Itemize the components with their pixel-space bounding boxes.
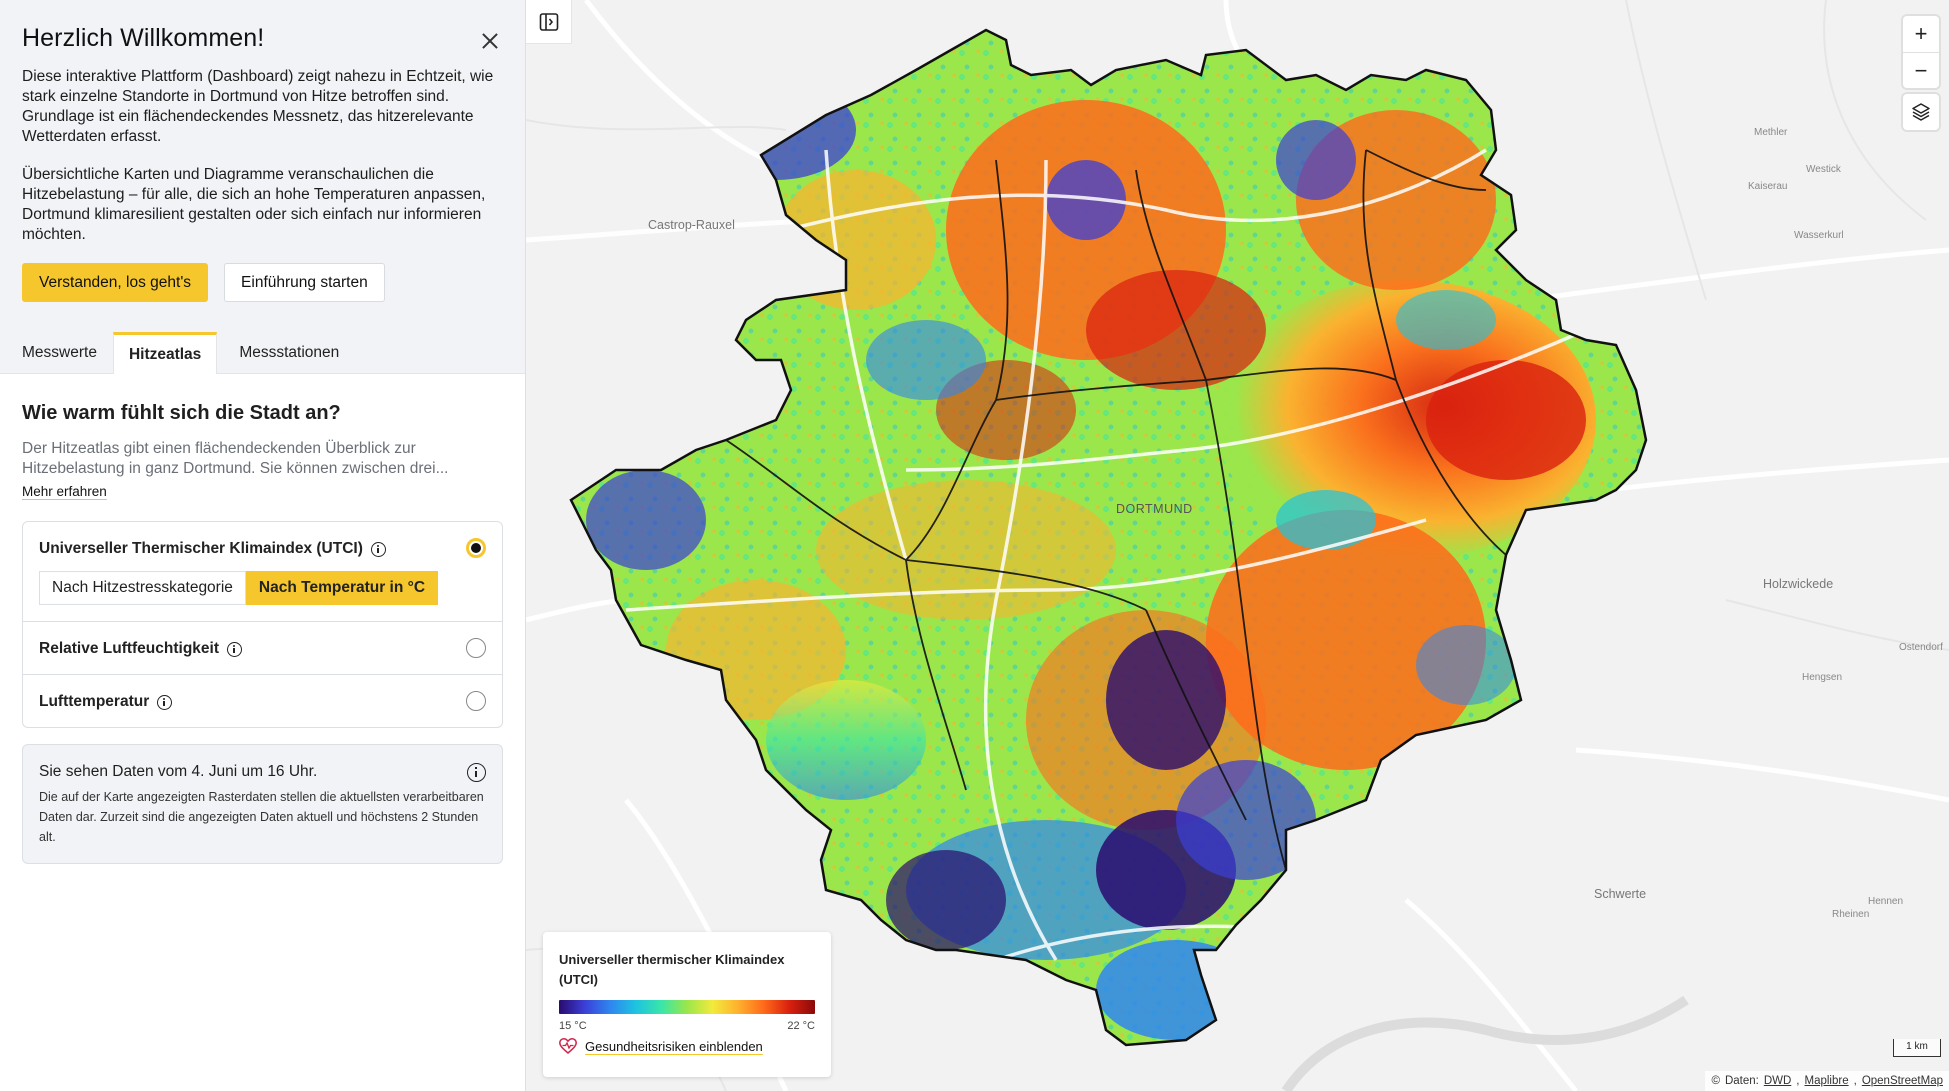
option-utci[interactable]: Universeller Thermischer Klimaindex (UTC… — [23, 522, 502, 622]
place-label-holzwickede: Holzwickede — [1763, 577, 1834, 591]
section-description: Der Hitzeatlas gibt einen flächendeckend… — [22, 440, 449, 477]
option-air-temperature-label: Lufttemperatur — [39, 693, 150, 710]
sidebar: Herzlich Willkommen! Diese interaktive P… — [0, 0, 526, 1091]
start-intro-button[interactable]: Einführung starten — [224, 263, 385, 302]
scale-bar: 1 km — [1893, 1039, 1941, 1057]
place-label-rheinen: Rheinen — [1832, 909, 1870, 920]
legend-max-label: 22 °C — [787, 1020, 815, 1032]
welcome-title: Herzlich Willkommen! — [22, 24, 265, 52]
segment-heat-stress-category[interactable]: Nach Hitzestresskategorie — [39, 571, 246, 605]
section-heading: Wie warm fühlt sich die Stadt an? — [22, 402, 341, 424]
place-label-wasserkurl: Wasserkurl — [1794, 230, 1844, 241]
option-humidity[interactable]: Relative Luftfeuchtigkeit — [23, 622, 502, 675]
info-icon[interactable] — [467, 763, 486, 782]
data-timestamp-notice: Sie sehen Daten vom 4. Juni um 16 Uhr. D… — [22, 744, 503, 864]
welcome-panel: Herzlich Willkommen! Diese interaktive P… — [0, 0, 525, 332]
sidebar-toggle-button[interactable] — [526, 0, 572, 44]
health-risks-link-label: Gesundheitsrisiken einblenden — [585, 1038, 763, 1054]
sidebar-toggle-icon — [539, 12, 558, 31]
info-icon[interactable] — [157, 694, 173, 710]
layers-icon — [1912, 103, 1930, 121]
close-icon[interactable] — [479, 30, 501, 52]
place-label-westick: Westick — [1806, 164, 1841, 175]
heart-pulse-icon — [559, 1038, 577, 1054]
zoom-in-button[interactable]: + — [1903, 16, 1939, 52]
attribution-prefix: Daten: — [1724, 1075, 1759, 1087]
display-mode-toggle: Nach Hitzestresskategorie Nach Temperatu… — [39, 571, 486, 605]
layer-options: Universeller Thermischer Klimaindex (UTC… — [22, 521, 503, 728]
zoom-out-button[interactable]: − — [1903, 52, 1939, 88]
attribution-maplibre-link[interactable]: Maplibre — [1805, 1075, 1849, 1087]
tab-messwerte[interactable]: Messwerte — [0, 332, 113, 373]
humidity-radio[interactable] — [466, 638, 486, 658]
segment-temperature[interactable]: Nach Temperatur in °C — [245, 571, 439, 605]
option-air-temperature[interactable]: Lufttemperatur — [23, 675, 502, 727]
place-label-castrop: Castrop-Rauxel — [648, 218, 735, 232]
legend-title: Universeller thermischer Klimaindex (UTC… — [559, 952, 785, 987]
map[interactable]: Castrop-Rauxel DORTMUND Holzwickede Schw… — [526, 0, 1949, 1091]
copyright-icon: © — [1711, 1075, 1720, 1087]
place-label-methler: Methler — [1754, 127, 1788, 138]
legend-min-label: 15 °C — [559, 1020, 587, 1032]
place-label-ostendorf: Ostendorf — [1899, 642, 1943, 653]
hitzeatlas-content: Wie warm fühlt sich die Stadt an? Der Hi… — [0, 374, 525, 864]
option-utci-label: Universeller Thermischer Klimaindex (UTC… — [39, 540, 363, 557]
health-risks-link[interactable]: Gesundheitsrisiken einblenden — [559, 1038, 815, 1054]
zoom-controls: + − — [1903, 16, 1939, 88]
welcome-paragraph-1: Diese interaktive Plattform (Dashboard) … — [22, 68, 494, 145]
notice-body: Die auf der Karte angezeigten Rasterdate… — [39, 790, 484, 844]
place-label-schwerte: Schwerte — [1594, 887, 1647, 901]
tab-messstationen[interactable]: Messstationen — [217, 332, 361, 373]
notice-title: Sie sehen Daten vom 4. Juni um 16 Uhr. — [39, 763, 318, 780]
utci-radio[interactable] — [466, 538, 486, 558]
heat-map-canvas[interactable] — [526, 0, 1949, 1091]
attribution: © Daten: DWD, Maplibre, OpenStreetMap — [1705, 1071, 1949, 1091]
tab-hitzeatlas[interactable]: Hitzeatlas — [112, 332, 218, 374]
legend-color-scale — [559, 1000, 815, 1014]
place-label-hengsen: Hengsen — [1802, 672, 1843, 683]
layers-button[interactable] — [1903, 94, 1939, 130]
more-link[interactable]: Mehr erfahren — [22, 484, 107, 499]
understood-button[interactable]: Verstanden, los geht's — [22, 263, 209, 302]
place-label-kaiserau: Kaiserau — [1748, 181, 1788, 192]
place-label-hennen: Hennen — [1868, 896, 1904, 907]
attribution-osm-link[interactable]: OpenStreetMap — [1862, 1075, 1943, 1087]
welcome-paragraph-2: Übersichtliche Karten und Diagramme vera… — [22, 166, 486, 243]
option-humidity-label: Relative Luftfeuchtigkeit — [39, 640, 219, 657]
welcome-buttons: Verstanden, los geht's Einführung starte… — [22, 263, 503, 302]
info-icon[interactable] — [227, 641, 242, 657]
city-label-dortmund: DORTMUND — [1116, 502, 1193, 516]
info-icon[interactable] — [370, 541, 386, 557]
attribution-dwd-link[interactable]: DWD — [1764, 1075, 1791, 1087]
map-legend: Universeller thermischer Klimaindex (UTC… — [543, 932, 831, 1077]
air-temperature-radio[interactable] — [466, 691, 486, 711]
tab-bar: Messwerte Hitzeatlas Messstationen — [0, 332, 525, 374]
